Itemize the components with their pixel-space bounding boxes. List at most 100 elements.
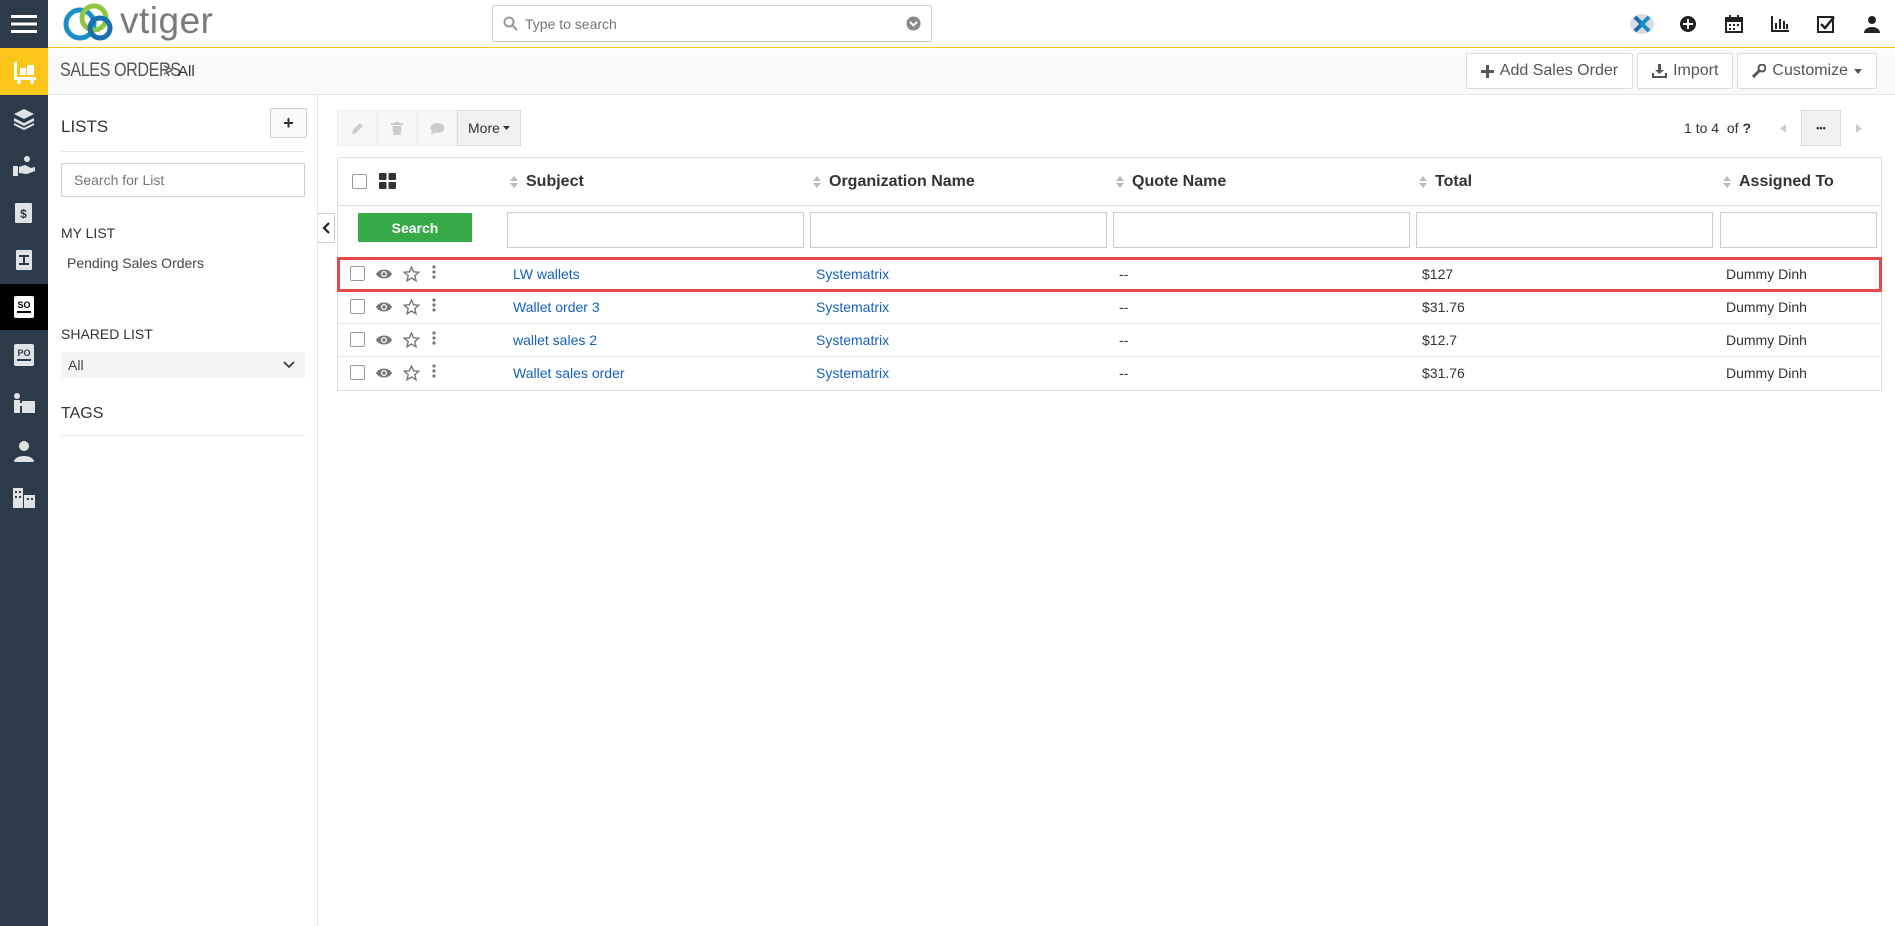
search-options-icon[interactable] [906, 16, 921, 35]
column-layout-icon[interactable] [379, 173, 396, 189]
row-checkbox[interactable] [350, 266, 365, 281]
cell-subject[interactable]: wallet sales 2 [513, 332, 597, 348]
cell-organization[interactable]: Systematrix [816, 332, 889, 348]
table-row[interactable]: Wallet sales order Systematrix -- $31.76 Dum… [338, 357, 1881, 390]
search-button[interactable]: Search [358, 213, 472, 242]
cell-assigned: Dummy Dinh [1726, 299, 1807, 315]
sort-icon [510, 176, 518, 188]
tasks-icon[interactable] [1803, 0, 1849, 48]
reports-icon[interactable] [1757, 0, 1803, 48]
add-sales-order-button[interactable]: Add Sales Order [1465, 53, 1634, 89]
tray-x-icon[interactable] [1619, 0, 1665, 48]
cell-subject[interactable]: Wallet sales order [513, 365, 625, 381]
table-header: Subject Organization Name Quote Name Tot… [338, 158, 1881, 206]
sort-icon [813, 176, 821, 188]
add-sales-order-label: Add Sales Order [1499, 62, 1619, 79]
user-profile-icon[interactable] [1849, 0, 1895, 48]
column-assigned-to[interactable]: Assigned To [1723, 173, 1834, 191]
column-total[interactable]: Total [1419, 173, 1472, 191]
eye-icon[interactable] [375, 367, 393, 379]
plus-icon [1480, 64, 1494, 78]
filter-assigned-input[interactable] [1720, 212, 1877, 248]
vtiger-logo[interactable]: vtiger [60, 0, 213, 44]
wrench-icon [1752, 64, 1767, 78]
my-list-item[interactable]: Pending Sales Orders [67, 255, 204, 271]
eye-icon[interactable] [375, 268, 393, 280]
star-icon[interactable] [403, 299, 420, 315]
pager-total[interactable]: ? [1742, 120, 1751, 136]
table-body: LW wallets Systematrix -- $127 Dummy Dinh Wal… [337, 257, 1882, 390]
cell-subject[interactable]: Wallet order 3 [513, 299, 600, 315]
more-actions-icon[interactable] [432, 364, 436, 378]
organizations-icon[interactable] [0, 475, 48, 521]
menu-icon[interactable] [0, 0, 48, 48]
more-dropdown[interactable]: More [457, 110, 521, 146]
filter-quote-input[interactable] [1113, 212, 1410, 248]
eye-icon[interactable] [375, 334, 393, 346]
table-row[interactable]: LW wallets Systematrix -- $127 Dummy Dinh [337, 257, 1882, 292]
filter-subject-input[interactable] [507, 212, 804, 248]
row-checkbox[interactable] [350, 332, 365, 347]
shared-list-select[interactable]: All [61, 352, 305, 378]
next-page-button[interactable] [1841, 110, 1877, 146]
cell-organization[interactable]: Systematrix [816, 299, 889, 315]
cell-organization[interactable]: Systematrix [816, 266, 889, 282]
sales-orders-table: Subject Organization Name Quote Name Tot… [337, 157, 1882, 391]
products-icon[interactable] [0, 96, 48, 142]
row-checkbox[interactable] [350, 365, 365, 380]
filter-total-input[interactable] [1416, 212, 1713, 248]
cell-total: $31.76 [1422, 299, 1465, 315]
contacts-icon[interactable] [0, 428, 48, 474]
sales-orders-icon[interactable]: SO [0, 284, 48, 330]
eye-icon[interactable] [375, 301, 393, 313]
select-all-checkbox[interactable] [352, 174, 367, 189]
breadcrumb-separator: > [163, 60, 174, 80]
vendors-icon[interactable] [0, 380, 48, 426]
column-assigned-label: Assigned To [1739, 173, 1834, 190]
purchase-orders-icon[interactable]: PO [0, 332, 48, 378]
comment-icon [430, 122, 444, 135]
add-list-button[interactable]: + [270, 108, 307, 138]
more-actions-icon[interactable] [432, 331, 436, 345]
quotes-icon[interactable] [0, 237, 48, 283]
star-icon[interactable] [403, 266, 420, 282]
pager-range: 1 to 4 [1684, 120, 1720, 136]
collapse-panel-button[interactable] [318, 213, 335, 243]
edit-button[interactable] [337, 110, 377, 146]
comment-button[interactable] [417, 110, 457, 146]
column-subject-label: Subject [526, 173, 584, 190]
more-actions-icon[interactable] [432, 265, 436, 279]
column-organization-name[interactable]: Organization Name [813, 173, 975, 191]
column-quote-name[interactable]: Quote Name [1116, 173, 1226, 191]
cell-quote: -- [1119, 332, 1129, 348]
global-search-input[interactable] [525, 6, 895, 41]
cell-organization[interactable]: Systematrix [816, 365, 889, 381]
list-search-input[interactable] [61, 163, 305, 197]
quick-create-icon[interactable] [1665, 0, 1711, 48]
import-button[interactable]: Import [1637, 53, 1734, 89]
cell-subject[interactable]: LW wallets [513, 266, 580, 282]
download-icon [1652, 64, 1668, 78]
customize-button[interactable]: Customize [1737, 53, 1877, 89]
star-icon[interactable] [403, 365, 420, 381]
sort-icon [1419, 176, 1427, 188]
price-books-icon[interactable]: $ [0, 190, 48, 236]
table-row[interactable]: Wallet order 3 Systematrix -- $31.76 Dummy D… [338, 291, 1881, 324]
column-subject[interactable]: Subject [510, 173, 584, 191]
prev-page-button[interactable] [1765, 110, 1801, 146]
table-row[interactable]: wallet sales 2 Systematrix -- $12.7 Dummy Di… [338, 324, 1881, 357]
page-jump-button[interactable]: ••• [1801, 110, 1841, 146]
services-icon[interactable] [0, 143, 48, 189]
star-icon[interactable] [403, 332, 420, 348]
filter-organization-input[interactable] [810, 212, 1107, 248]
more-actions-icon[interactable] [432, 298, 436, 312]
lists-divider [61, 151, 305, 152]
calendar-icon[interactable] [1711, 0, 1757, 48]
cell-assigned: Dummy Dinh [1726, 266, 1807, 282]
inventory-module-icon[interactable] [0, 48, 48, 95]
row-checkbox[interactable] [350, 299, 365, 314]
global-search[interactable] [492, 5, 932, 42]
delete-button[interactable] [377, 110, 417, 146]
chevron-down-icon [283, 361, 295, 369]
customize-label: Customize [1772, 62, 1848, 79]
